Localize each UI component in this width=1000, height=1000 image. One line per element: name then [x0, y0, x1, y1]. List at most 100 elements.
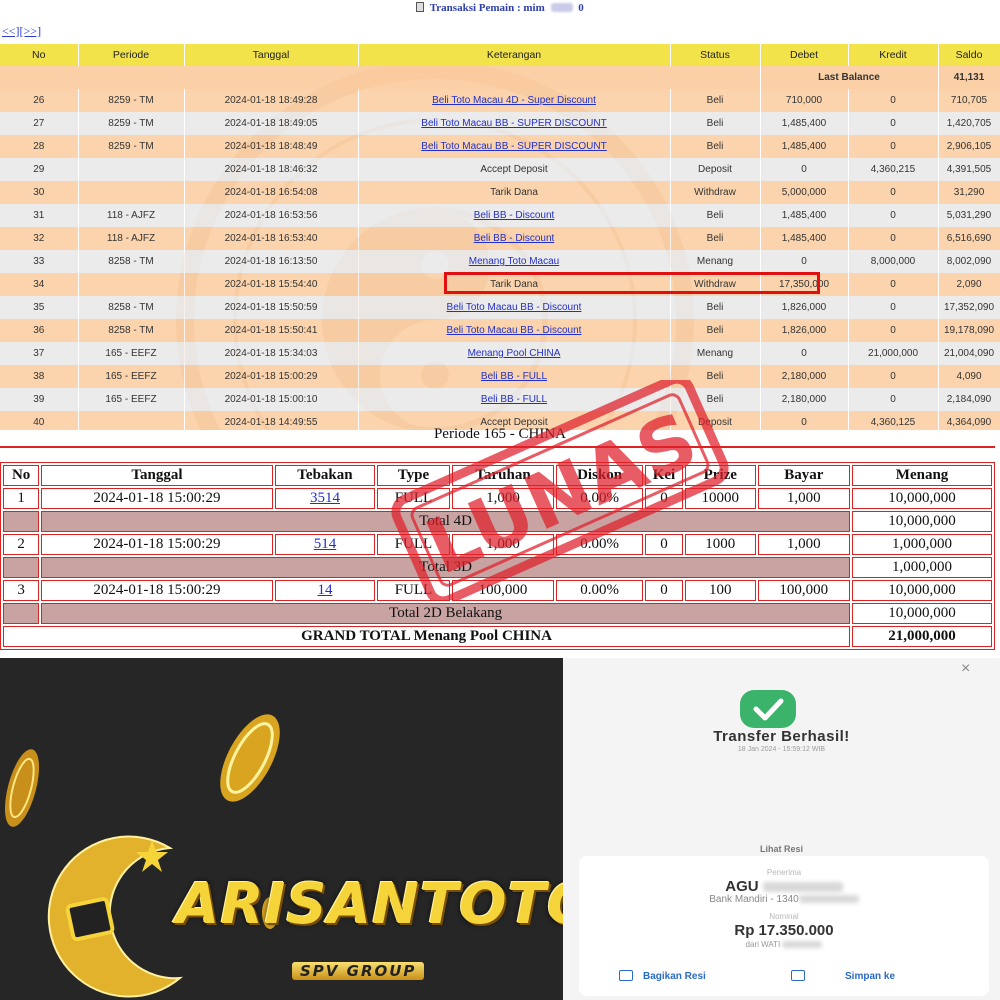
cell-periode: 8258 - TM: [78, 319, 185, 342]
transaction-link[interactable]: Menang Pool CHINA: [468, 348, 561, 359]
recipient-bank: Bank Mandiri - 1340: [579, 894, 989, 905]
win-row: 1 2024-01-18 15:00:29 3514 FULL 1,000 0.00% 0 1…: [3, 488, 992, 509]
cell-no: 26: [0, 89, 79, 112]
win-cell-type: FULL: [377, 580, 450, 601]
transaction-link[interactable]: Beli Toto Macau BB - Discount: [447, 302, 582, 313]
transaction-link[interactable]: Beli Toto Macau BB - SUPER DISCOUNT: [421, 118, 606, 129]
cell-periode: 165 - EEFZ: [78, 365, 185, 388]
tebakan-link[interactable]: 3514: [310, 490, 340, 506]
cell-periode: 118 - AJFZ: [78, 227, 185, 250]
column-header-no: No: [0, 44, 79, 66]
win-cell-tanggal: 2024-01-18 15:00:29: [41, 488, 273, 509]
win-cell-prize: 100: [685, 580, 756, 601]
total-row: Total 3D 1,000,000: [3, 557, 992, 578]
win-column-kei: Kei: [644, 465, 684, 486]
table-header-row: No Periode Tanggal Keterangan Status Debet Kre…: [0, 44, 1000, 66]
cell-kredit: 0: [848, 227, 939, 250]
cell-debet: 1,826,000: [760, 319, 849, 342]
recipient-bank-text: Bank Mandiri - 1340: [709, 894, 799, 905]
transaction-link[interactable]: Beli BB - FULL: [481, 394, 547, 405]
win-row: 2 2024-01-18 15:00:29 514 FULL 1,000 0.00% 0 10…: [3, 534, 992, 555]
last-balance-row: Last Balance 41,131: [0, 66, 1000, 89]
win-cell-no: 3: [3, 580, 40, 601]
table-row: 26 8259 - TM 2024-01-18 18:49:28 Beli Toto …: [0, 89, 1000, 112]
sender: dari WATI: [579, 940, 989, 949]
cell-no: 33: [0, 250, 79, 273]
save-receipt-button[interactable]: Simpan ke: [791, 970, 895, 982]
tebakan-link[interactable]: 14: [317, 582, 332, 598]
cell-status: Beli: [670, 227, 761, 250]
column-header-periode: Periode: [78, 44, 185, 66]
transaction-link[interactable]: Beli BB - Discount: [474, 210, 555, 221]
cell-status: Menang: [670, 250, 761, 273]
cell-debet: 0: [760, 158, 849, 181]
total-row: Total 2D Belakang 10,000,000: [3, 603, 992, 624]
cell-debet: 1,826,000: [760, 296, 849, 319]
cell-periode: 118 - AJFZ: [78, 204, 185, 227]
tebakan-link[interactable]: 514: [314, 536, 337, 552]
transaction-panel: Transaksi Pemain : mim 0 <<][>>] No Perio…: [0, 0, 1000, 430]
close-icon[interactable]: ×: [961, 660, 970, 678]
last-balance-label: Last Balance: [760, 66, 939, 89]
receipt-datetime: 18 Jan 2024 - 15:59:12 WIB: [737, 746, 826, 753]
share-receipt-button[interactable]: Bagikan Resi: [619, 970, 706, 982]
cell-debet: 5,000,000: [760, 181, 849, 204]
transaction-link[interactable]: Beli Toto Macau BB - Discount: [447, 325, 582, 336]
cell-ket: Accept Deposit: [358, 158, 671, 181]
cell-no: 30: [0, 181, 79, 204]
transaction-link[interactable]: Beli Toto Macau 4D - Super Discount: [432, 95, 596, 106]
last-balance-value: 41,131: [938, 66, 1000, 89]
win-cell-kei: 0: [644, 534, 684, 555]
cell-tanggal: 2024-01-18 15:50:41: [184, 319, 359, 342]
win-column-tanggal: Tanggal: [41, 465, 273, 486]
view-receipt-link[interactable]: Lihat Resi: [563, 844, 1000, 854]
cell-tanggal: 2024-01-18 15:00:10: [184, 388, 359, 411]
table-row: 33 8258 - TM 2024-01-18 16:13:50 Menang Tot…: [0, 250, 1000, 273]
table-row: 37 165 - EEFZ 2024-01-18 15:34:03 Menang Po…: [0, 342, 1000, 365]
transaction-link[interactable]: Beli BB - FULL: [481, 371, 547, 382]
cell-saldo: 17,352,090: [938, 296, 1000, 319]
recipient-name: AGU: [579, 878, 989, 895]
cell-tanggal: 2024-01-18 15:54:40: [184, 273, 359, 296]
cell-saldo: 6,516,690: [938, 227, 1000, 250]
cell-status: Beli: [670, 388, 761, 411]
recipient-name-text: AGU: [725, 878, 759, 895]
cell-status: Beli: [670, 89, 761, 112]
cell-status: Menang: [670, 342, 761, 365]
cell-tanggal: 2024-01-18 15:00:29: [184, 365, 359, 388]
win-cell-kei: 0: [644, 580, 684, 601]
cell-no: 27: [0, 112, 79, 135]
win-cell-tebakan: 14: [274, 580, 376, 601]
column-header-kredit: Kredit: [848, 44, 939, 66]
cell-status: Beli: [670, 135, 761, 158]
cell-periode: 165 - EEFZ: [78, 342, 185, 365]
cell-ket: Tarik Dana: [358, 273, 671, 296]
cell-ket: Beli Toto Macau BB - SUPER DISCOUNT: [358, 135, 671, 158]
win-cell-taruhan: 1,000: [451, 534, 555, 555]
pager-link[interactable]: <<][>>]: [2, 24, 41, 39]
cell-status: Beli: [670, 319, 761, 342]
transaction-link[interactable]: Menang Toto Macau: [469, 256, 559, 267]
receipt-title: Transfer Berhasil!: [713, 728, 850, 745]
check-icon: [740, 690, 796, 728]
table-row: 39 165 - EEFZ 2024-01-18 15:00:10 Beli BB -…: [0, 388, 1000, 411]
cell-no: 32: [0, 227, 79, 250]
cell-kredit: 0: [848, 296, 939, 319]
cell-ket: Beli Toto Macau BB - SUPER DISCOUNT: [358, 112, 671, 135]
cell-kredit: 0: [848, 204, 939, 227]
cell-kredit: 0: [848, 89, 939, 112]
win-cell-diskon: 0.00%: [556, 488, 643, 509]
win-column-no: No: [3, 465, 40, 486]
transaction-link[interactable]: Beli Toto Macau BB - SUPER DISCOUNT: [421, 141, 606, 152]
total-value: 1,000,000: [852, 557, 992, 578]
cell-status: Beli: [670, 365, 761, 388]
cell-ket: Tarik Dana: [358, 181, 671, 204]
cell-status: Beli: [670, 296, 761, 319]
column-header-saldo: Saldo: [938, 44, 1000, 66]
gold-coins: [4, 714, 280, 998]
cell-debet: 1,485,400: [760, 204, 849, 227]
transaction-link[interactable]: Beli BB - Discount: [474, 233, 555, 244]
cell-ket: Beli BB - FULL: [358, 388, 671, 411]
cell-periode: 8259 - TM: [78, 135, 185, 158]
cell-saldo: 2,184,090: [938, 388, 1000, 411]
